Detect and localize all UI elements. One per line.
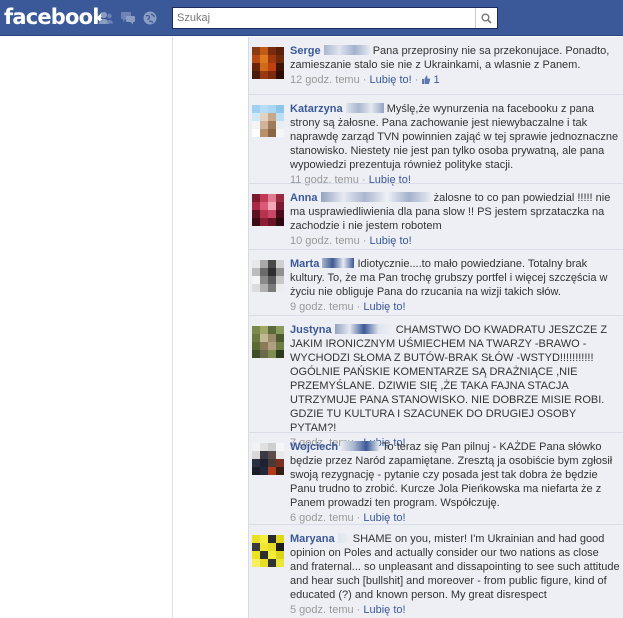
avatar[interactable] [252,443,284,475]
top-bar: facebook [0,0,623,36]
comment-item: Anna żalosne to co pan powiedzial !!!!! … [249,183,623,249]
search-button[interactable] [475,8,497,28]
comment-meta: 10 godz. temu · Lubię to! [290,235,412,247]
comment-author[interactable]: Justyna [290,324,332,336]
blurred-name [322,258,355,268]
comment-meta: 12 godz. temu · Lubię to! · 1 [290,74,440,86]
blurred-name [345,103,384,113]
comment-body: Maryana SHAME on you, mister! I'm Ukrain… [290,532,620,617]
comment-author[interactable]: Serge [290,45,321,57]
comment-body: Anna żalosne to co pan powiedzial !!!!! … [290,191,620,248]
comment-item: Katarzyna Myślę,że wynurzenia na faceboo… [249,94,623,186]
avatar[interactable] [252,326,284,358]
like-link[interactable]: Lubię to! [363,512,405,524]
like-link[interactable]: Lubię to! [363,604,405,616]
thumbs-up-icon [421,74,431,84]
search-input[interactable] [173,8,473,28]
comment-author[interactable]: Wojciech [290,441,338,453]
comment-author[interactable]: Maryana [290,533,335,545]
friend-requests-icon[interactable] [98,10,114,26]
comment-list: Serge Pana przeprosiny nie sa przekonuja… [248,37,623,618]
like-count[interactable]: 1 [434,74,440,86]
avatar[interactable] [252,47,284,79]
search-box [172,7,498,29]
left-column-divider [172,37,173,618]
avatar[interactable] [252,535,284,567]
comment-meta: 6 godz. temu · Lubię to! [290,512,406,524]
comment-author[interactable]: Anna [290,192,318,204]
comment-item: Maryana SHAME on you, mister! I'm Ukrain… [249,524,623,618]
comment-author[interactable]: Marta [290,258,319,270]
like-link[interactable]: Lubię to! [370,74,412,86]
comment-body: Justyna CHAMSTWO DO KWADRATU JESZCZE Z J… [290,323,620,450]
comment-timestamp: 12 godz. temu [290,74,360,86]
comment-text: To teraz się Pan pilnuj - KAŻDE Pana słó… [290,441,613,509]
comment-body: Serge Pana przeprosiny nie sa przekonuja… [290,44,620,87]
comment-meta: 5 godz. temu · Lubię to! [290,604,406,616]
notification-jewels [98,10,158,26]
blurred-name [323,45,370,55]
comment-author[interactable]: Katarzyna [290,103,343,115]
notifications-icon[interactable] [142,10,158,26]
comment-timestamp: 6 godz. temu [290,512,354,524]
comment-item: Serge Pana przeprosiny nie sa przekonuja… [249,37,623,94]
comment-text: CHAMSTWO DO KWADRATU JESZCZE Z JAKIM IRO… [290,324,608,434]
comment-timestamp: 10 godz. temu [290,235,360,247]
search-icon [481,13,492,24]
blurred-name [320,192,431,202]
blurred-name [334,324,393,334]
avatar[interactable] [252,260,284,292]
comment-item: Justyna CHAMSTWO DO KWADRATU JESZCZE Z J… [249,315,623,449]
comment-item: Wojciech To teraz się Pan pilnuj - KAŻDE… [249,432,623,524]
comment-body: Marta Idiotycznie....to mało powiedziane… [290,257,620,314]
facebook-logo[interactable]: facebook [4,5,106,29]
like-link[interactable]: Lubię to! [370,235,412,247]
avatar[interactable] [252,194,284,226]
messages-icon[interactable] [120,10,136,26]
blurred-name [337,533,350,543]
comment-meta: 9 godz. temu · Lubię to! [290,301,406,313]
comment-body: Katarzyna Myślę,że wynurzenia na faceboo… [290,102,620,187]
like-link[interactable]: Lubię to! [363,301,405,313]
blurred-name [341,441,380,451]
comment-timestamp: 5 godz. temu [290,604,354,616]
comment-timestamp: 9 godz. temu [290,301,354,313]
comment-item: Marta Idiotycznie....to mało powiedziane… [249,249,623,315]
avatar[interactable] [252,105,284,137]
comment-body: Wojciech To teraz się Pan pilnuj - KAŻDE… [290,440,620,525]
comment-text: SHAME on you, mister! I'm Ukrainian and … [290,533,620,601]
